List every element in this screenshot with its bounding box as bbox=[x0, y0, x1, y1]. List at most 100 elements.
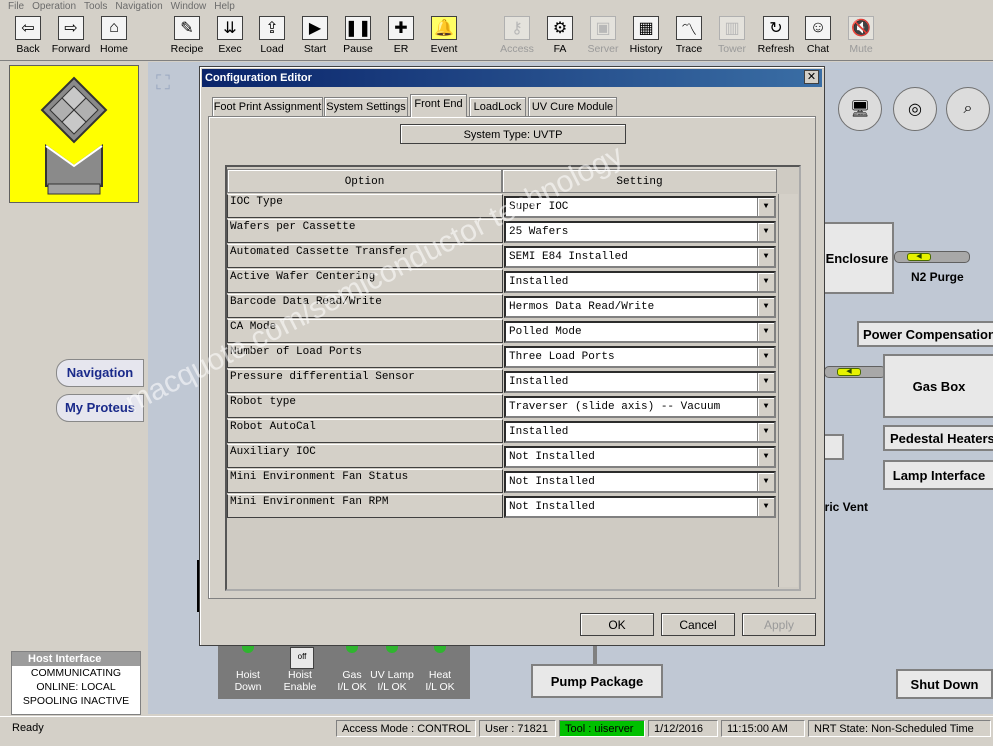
setting-dropdown[interactable]: Not Installed ▼ bbox=[504, 446, 776, 468]
lamp-interface-button[interactable]: Lamp Interface bbox=[883, 460, 993, 490]
setting-dropdown[interactable]: Not Installed ▼ bbox=[504, 471, 776, 493]
option-label: Auxiliary IOC bbox=[227, 444, 503, 468]
pedestal-heaters-button[interactable]: Pedestal Heaters bbox=[883, 425, 993, 451]
menu-item-window[interactable]: Window bbox=[171, 2, 207, 12]
shut-down-button[interactable]: Shut Down bbox=[896, 669, 993, 699]
cancel-button[interactable]: Cancel bbox=[661, 613, 735, 636]
chevron-down-icon[interactable]: ▼ bbox=[757, 423, 774, 441]
setting-dropdown[interactable]: SEMI E84 Installed ▼ bbox=[504, 246, 776, 268]
chevron-down-icon[interactable]: ▼ bbox=[757, 198, 774, 216]
setting-dropdown[interactable]: Super IOC ▼ bbox=[504, 196, 776, 218]
chevron-down-icon[interactable]: ▼ bbox=[757, 248, 774, 266]
setting-dropdown[interactable]: Polled Mode ▼ bbox=[504, 321, 776, 343]
chevron-down-icon[interactable]: ▼ bbox=[757, 273, 774, 291]
chevron-down-icon[interactable]: ▼ bbox=[757, 473, 774, 491]
gas-box-button[interactable]: Gas Box bbox=[883, 354, 993, 418]
trace-toolbar-button[interactable]: 〽 Trace bbox=[668, 16, 710, 60]
option-label: Robot type bbox=[227, 394, 503, 418]
tab-foot-print-assignment[interactable]: Foot Print Assignment bbox=[212, 97, 323, 116]
exec-toolbar-button[interactable]: ⇊ Exec bbox=[209, 16, 251, 60]
chevron-down-icon[interactable]: ▼ bbox=[757, 223, 774, 241]
event-toolbar-button[interactable]: 🔔 Event bbox=[423, 16, 465, 60]
pump-package-button[interactable]: Pump Package bbox=[531, 664, 663, 698]
system-type-button[interactable]: System Type: UVTP bbox=[400, 124, 626, 144]
vacuum-icon[interactable]: ◎ bbox=[893, 87, 937, 131]
apply-button[interactable]: Apply bbox=[742, 613, 816, 636]
server-toolbar-button[interactable]: ▣ Server bbox=[582, 16, 624, 60]
history-toolbar-button[interactable]: ▦ History bbox=[625, 16, 667, 60]
refresh-toolbar-button[interactable]: ↻ Refresh bbox=[755, 16, 797, 60]
pause-toolbar-button[interactable]: ❚❚ Pause bbox=[337, 16, 379, 60]
load-toolbar-button[interactable]: ⇪ Load bbox=[251, 16, 293, 60]
navigation-button[interactable]: Navigation bbox=[56, 359, 144, 387]
menu-bar: File Operation Tools Navigation Window Help bbox=[0, 0, 993, 12]
setting-dropdown[interactable]: Installed ▼ bbox=[504, 421, 776, 443]
back-toolbar-button[interactable]: ⇦ Back bbox=[7, 16, 49, 60]
option-label: CA Mode bbox=[227, 319, 503, 343]
toolbar-button-label: Load bbox=[260, 43, 284, 55]
power-compensation-button[interactable]: Power Compensation bbox=[857, 321, 993, 347]
chevron-down-icon[interactable]: ▼ bbox=[757, 348, 774, 366]
tab-system-settings[interactable]: System Settings bbox=[324, 97, 408, 116]
interlock-led bbox=[386, 645, 398, 653]
exec-icon: ⇊ bbox=[217, 16, 243, 40]
start-toolbar-button[interactable]: ▶ Start bbox=[294, 16, 336, 60]
forward-toolbar-button[interactable]: ⇨ Forward bbox=[50, 16, 92, 60]
setting-dropdown[interactable]: 25 Wafers ▼ bbox=[504, 221, 776, 243]
load-icon: ⇪ bbox=[259, 16, 285, 40]
menu-item-operation[interactable]: Operation bbox=[32, 2, 76, 12]
setting-dropdown[interactable]: Not Installed ▼ bbox=[504, 496, 776, 518]
mute-toolbar-button[interactable]: 🔇 Mute bbox=[840, 16, 882, 60]
play-icon: ▶ bbox=[302, 16, 328, 40]
arrow-left-icon: ⇦ bbox=[15, 16, 41, 40]
tab-uv-cure-module[interactable]: UV Cure Module bbox=[528, 97, 617, 116]
menu-item-tools[interactable]: Tools bbox=[84, 2, 107, 12]
vent-valve[interactable] bbox=[822, 434, 844, 460]
ok-button[interactable]: OK bbox=[580, 613, 654, 636]
chevron-down-icon[interactable]: ▼ bbox=[757, 448, 774, 466]
grid-scrollbar[interactable] bbox=[778, 194, 798, 587]
enclosure-button[interactable]: Enclosure bbox=[820, 222, 894, 294]
chevron-down-icon[interactable]: ▼ bbox=[757, 373, 774, 391]
menu-item-help[interactable]: Help bbox=[214, 2, 235, 12]
tower-icon: ▥ bbox=[719, 16, 745, 40]
toolbar-button-label: Chat bbox=[806, 43, 830, 55]
chevron-down-icon[interactable]: ▼ bbox=[757, 298, 774, 316]
setting-value: Installed bbox=[509, 426, 569, 438]
menu-item-file[interactable]: File bbox=[8, 2, 24, 12]
setting-value: Not Installed bbox=[509, 451, 595, 463]
binary-search-icon[interactable]: ⌕ bbox=[946, 87, 990, 131]
robot-logo-icon bbox=[40, 76, 108, 195]
chevron-down-icon[interactable]: ▼ bbox=[757, 323, 774, 341]
setting-dropdown[interactable]: Installed ▼ bbox=[504, 371, 776, 393]
hoist-enable-toggle[interactable]: off bbox=[290, 647, 314, 669]
recipe-icon: ✎ bbox=[174, 16, 200, 40]
home-icon: ⌂ bbox=[101, 16, 127, 40]
setting-dropdown[interactable]: Installed ▼ bbox=[504, 271, 776, 293]
close-icon[interactable]: ✕ bbox=[804, 70, 819, 84]
tab-loadlock[interactable]: LoadLock bbox=[469, 97, 526, 116]
tower-toolbar-button[interactable]: ▥ Tower bbox=[711, 16, 753, 60]
option-label: IOC Type bbox=[227, 194, 503, 218]
menu-item-navigation[interactable]: Navigation bbox=[115, 2, 162, 12]
module-logo bbox=[9, 65, 139, 203]
chevron-down-icon[interactable]: ▼ bbox=[757, 398, 774, 416]
access-toolbar-button[interactable]: ⚷ Access bbox=[496, 16, 538, 60]
setting-dropdown[interactable]: Traverser (slide axis) -- Vacuum ▼ bbox=[504, 396, 776, 418]
monitor-icon[interactable]: 🖥 bbox=[838, 87, 882, 131]
tab-front-end[interactable]: Front End bbox=[410, 94, 467, 117]
my-proteus-button[interactable]: My Proteus bbox=[56, 394, 144, 422]
toolbar-button-label: ER bbox=[393, 43, 409, 55]
recipe-toolbar-button[interactable]: ✎ Recipe bbox=[166, 16, 208, 60]
setting-dropdown[interactable]: Hermos Data Read/Write ▼ bbox=[504, 296, 776, 318]
chat-toolbar-button[interactable]: ☺ Chat bbox=[797, 16, 839, 60]
toolbar-button-label: Start bbox=[303, 43, 327, 55]
gear-icon: ⚙ bbox=[547, 16, 573, 40]
date-status: 1/12/2016 bbox=[648, 720, 718, 737]
chevron-down-icon[interactable]: ▼ bbox=[757, 498, 774, 516]
interlock-led bbox=[242, 645, 254, 653]
fa-toolbar-button[interactable]: ⚙ FA bbox=[539, 16, 581, 60]
er-toolbar-button[interactable]: ✚ ER bbox=[380, 16, 422, 60]
setting-dropdown[interactable]: Three Load Ports ▼ bbox=[504, 346, 776, 368]
home-toolbar-button[interactable]: ⌂ Home bbox=[93, 16, 135, 60]
